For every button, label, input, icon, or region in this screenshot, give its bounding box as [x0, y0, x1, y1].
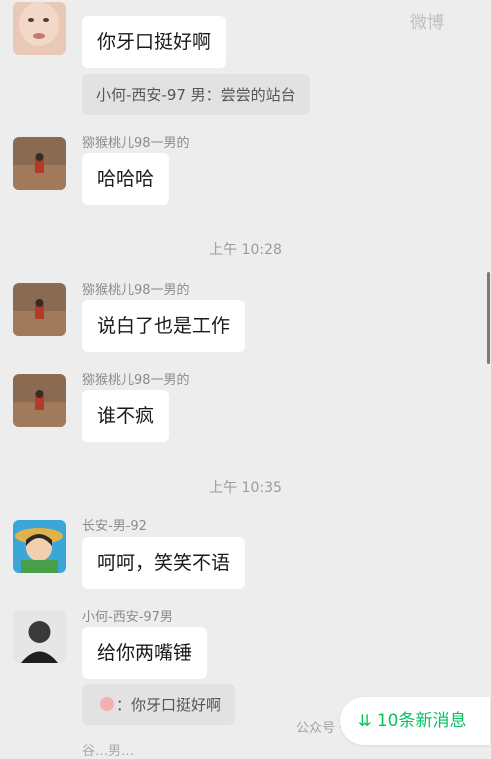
watermark: 微博 [410, 13, 444, 33]
message-bubble[interactable]: 呵呵，笑笑不语 [82, 537, 246, 589]
message-bubble[interactable]: 哈哈哈 [82, 153, 170, 205]
avatar[interactable] [13, 520, 66, 573]
message-bubble[interactable]: 给你两嘴锤 [82, 627, 208, 679]
avatar[interactable] [13, 610, 66, 663]
chevron-double-down-icon: ⇊ [358, 711, 372, 730]
scrollbar[interactable] [487, 272, 490, 364]
avatar[interactable] [13, 374, 66, 427]
sender-name: 猕猴桃儿98一男的 [82, 136, 190, 151]
new-messages-button[interactable]: ⇊ 10条新消息 [340, 697, 490, 745]
sender-name: 猕猴桃儿98一男的 [82, 373, 190, 388]
message-bubble[interactable]: 说白了也是工作 [82, 300, 246, 352]
quoted-message[interactable]: 小何-西安-97 男：尝尝的站台 [82, 74, 310, 115]
sender-name: 谷…男… [82, 744, 135, 759]
sender-name: 长安-男-92 [82, 519, 147, 534]
sender-name: 小何-西安-97男 [82, 610, 173, 625]
message-bubble[interactable]: 谁不疯 [82, 390, 170, 442]
avatar[interactable] [13, 137, 66, 190]
quote-text: ：你牙口挺好啊 [116, 696, 222, 714]
emoji-icon [100, 697, 114, 711]
sender-name: 猕猴桃儿98一男的 [82, 283, 190, 298]
avatar[interactable] [13, 283, 66, 336]
timestamp: 上午 10:28 [209, 242, 282, 258]
avatar[interactable] [13, 2, 66, 55]
quoted-message[interactable]: ：你牙口挺好啊 [82, 684, 236, 725]
message-bubble[interactable]: 你牙口挺好啊 [82, 16, 227, 68]
new-messages-label: 10条新消息 [376, 711, 467, 731]
timestamp: 上午 10:35 [209, 480, 282, 496]
